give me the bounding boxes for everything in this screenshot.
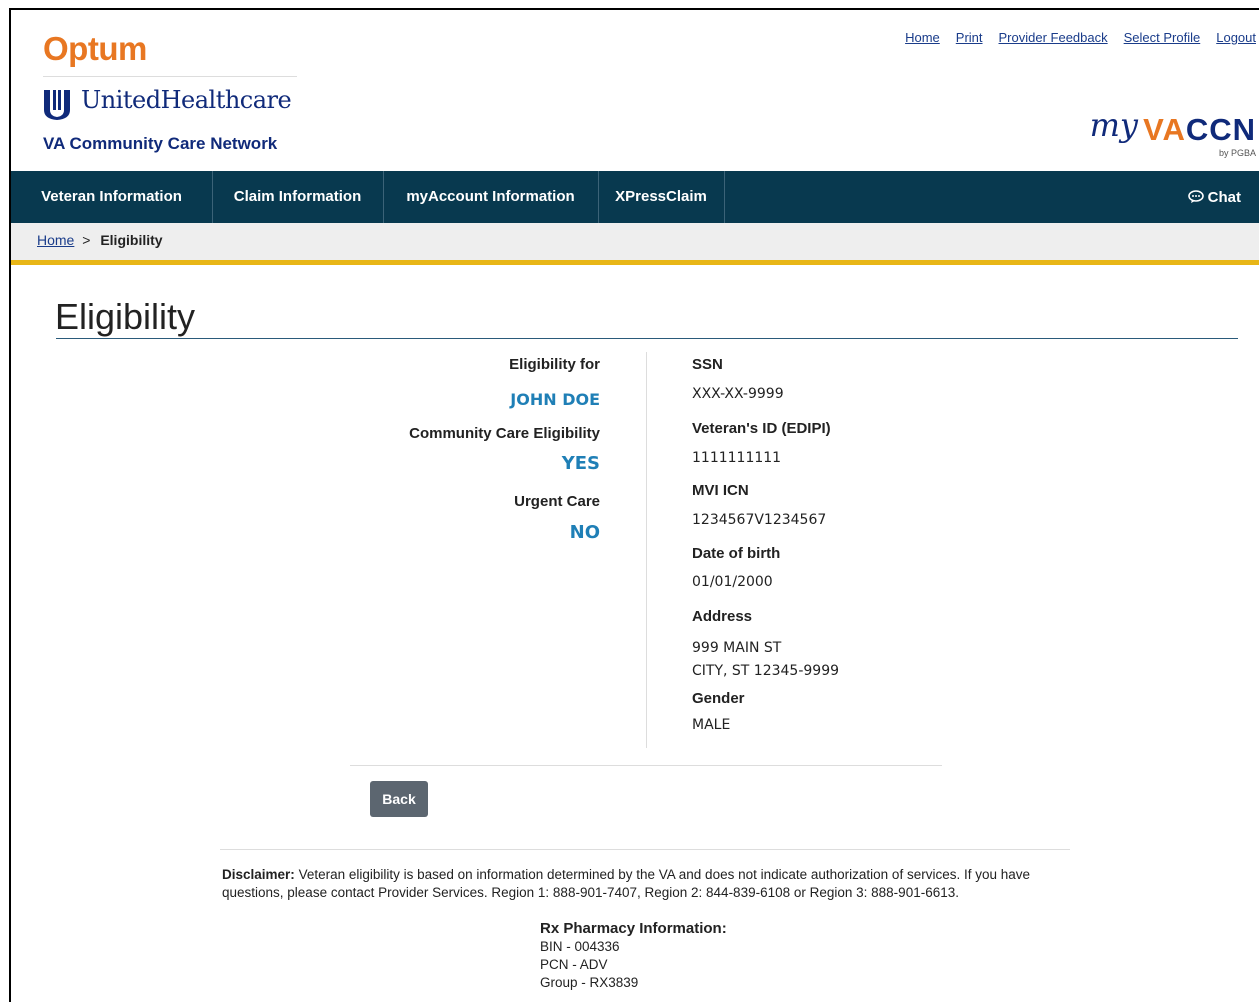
column-divider — [646, 352, 647, 748]
chat-button[interactable]: Chat — [1187, 171, 1241, 225]
nav-veteran-information[interactable]: Veteran Information — [11, 171, 213, 223]
urgent-care-value: NO — [569, 522, 600, 543]
ssn-label: SSN — [692, 356, 723, 373]
gender-value: MALE — [692, 717, 731, 733]
brand-ccn: CCN — [1185, 112, 1256, 147]
chat-icon — [1187, 190, 1204, 203]
community-care-label: Community Care Eligibility — [409, 425, 600, 442]
address-line2: CITY, ST 12345-9999 — [692, 663, 840, 679]
breadcrumb-current: Eligibility — [100, 232, 163, 248]
nav-xpressclaim[interactable]: XPressClaim — [598, 171, 725, 223]
network-name: VA Community Care Network — [43, 134, 278, 153]
uhc-shield-icon — [44, 90, 70, 120]
rx-heading: Rx Pharmacy Information: — [540, 920, 727, 937]
disclaimer-label: Disclaimer: — [222, 867, 295, 882]
footer-divider — [220, 849, 1070, 850]
patient-name: JOHN DOE — [510, 390, 600, 409]
edipi-value: 1111111111 — [692, 450, 782, 466]
nav-claim-information[interactable]: Claim Information — [212, 171, 384, 223]
myvaccn-logo: my VACCN by PGBA — [1066, 106, 1256, 160]
select-profile-link[interactable]: Select Profile — [1124, 30, 1201, 45]
brand-va: VA — [1143, 112, 1186, 147]
urgent-care-label: Urgent Care — [514, 493, 600, 510]
disclaimer: Disclaimer: Veteran eligibility is based… — [222, 866, 1072, 902]
brand-my: my — [1089, 106, 1138, 144]
chat-label: Chat — [1207, 189, 1241, 206]
community-care-value: YES — [561, 453, 600, 474]
rx-bin: BIN - 004336 — [540, 939, 620, 954]
breadcrumb: Home > Eligibility — [37, 232, 163, 248]
address-label: Address — [692, 608, 753, 625]
provider-feedback-link[interactable]: Provider Feedback — [999, 30, 1108, 45]
ssn-value: XXX-XX-9999 — [692, 386, 784, 402]
disclaimer-text: Veteran eligibility is based on informat… — [222, 867, 1031, 900]
dob-value: 01/01/2000 — [692, 574, 773, 590]
brand-vaccn: VACCN — [1143, 112, 1256, 148]
breadcrumb-bar: Home > Eligibility — [11, 223, 1259, 265]
nav-myaccount-information[interactable]: myAccount Information — [383, 171, 599, 223]
section-divider — [350, 765, 942, 766]
eligibility-for-label: Eligibility for — [509, 356, 600, 373]
gender-label: Gender — [692, 690, 745, 707]
rx-pcn: PCN - ADV — [540, 957, 608, 972]
home-link[interactable]: Home — [905, 30, 940, 45]
page-title: Eligibility — [55, 296, 196, 337]
title-rule — [56, 338, 1238, 339]
uhc-logo-text: UnitedHealthcare — [81, 86, 292, 114]
top-links: Home Print Provider Feedback Select Prof… — [905, 30, 1256, 45]
optum-logo: Optum — [43, 30, 147, 67]
logo-divider — [43, 76, 297, 77]
dob-label: Date of birth — [692, 545, 781, 562]
print-link[interactable]: Print — [956, 30, 983, 45]
brand-by-pgba: by PGBA — [1218, 148, 1256, 158]
mvi-icn-label: MVI ICN — [692, 482, 749, 499]
mvi-icn-value: 1234567V1234567 — [692, 512, 827, 528]
edipi-label: Veteran's ID (EDIPI) — [692, 420, 831, 437]
main-nav: Veteran Information Claim Information my… — [11, 171, 1259, 223]
rx-pharmacy-info: Rx Pharmacy Information: BIN - 004336 PC… — [540, 920, 727, 992]
breadcrumb-home-link[interactable]: Home — [37, 232, 74, 248]
back-button[interactable]: Back — [370, 781, 428, 817]
address-line1: 999 MAIN ST — [692, 640, 782, 656]
rx-group: Group - RX3839 — [540, 975, 639, 990]
breadcrumb-separator: > — [82, 232, 91, 248]
logout-link[interactable]: Logout — [1216, 30, 1256, 45]
